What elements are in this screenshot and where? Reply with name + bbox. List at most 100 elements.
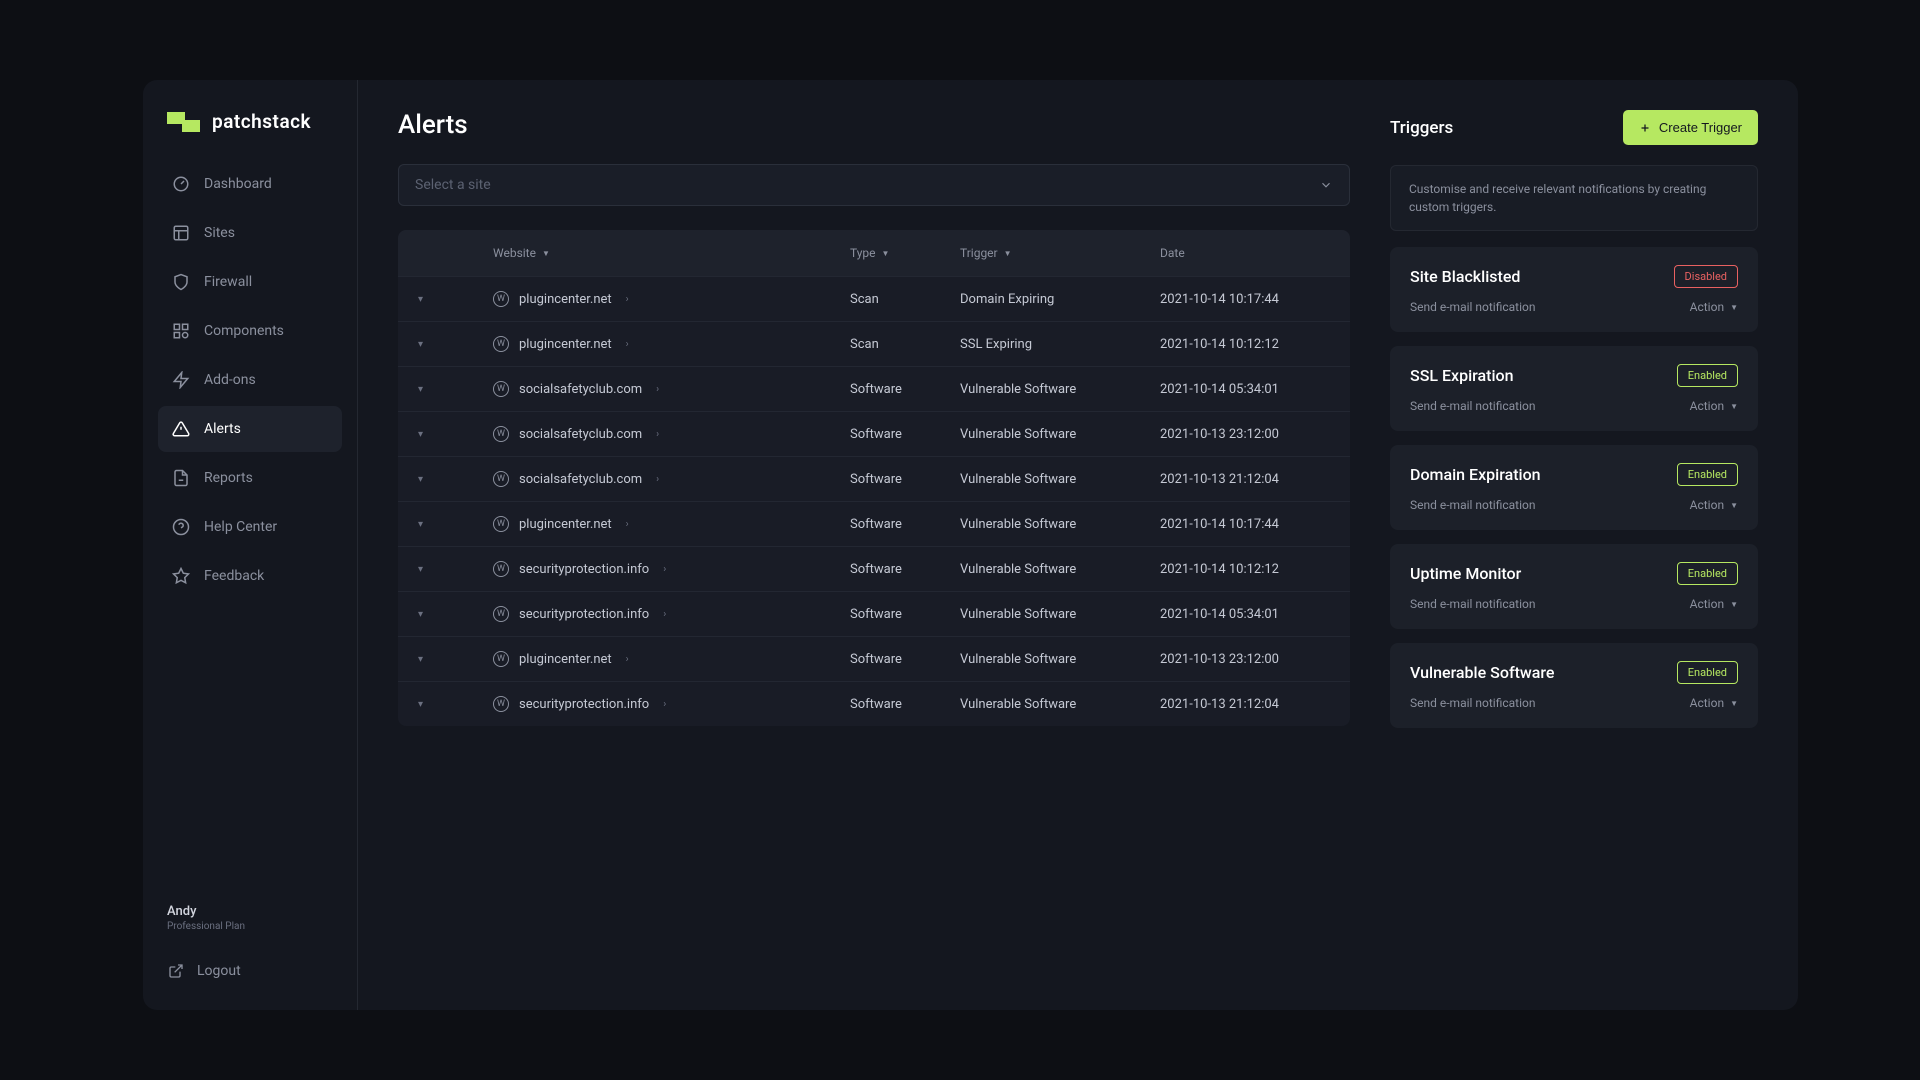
sidebar-item-label: Firewall <box>204 274 252 290</box>
sidebar-item-reports[interactable]: Reports <box>158 455 342 501</box>
caret-down-icon: ▼ <box>1730 699 1738 708</box>
sidebar: patchstack Dashboard Sites Firewall Compone… <box>143 80 358 1010</box>
trigger-card[interactable]: Site Blacklisted Disabled Send e-mail no… <box>1390 247 1758 332</box>
website-name: securityprotection.info <box>519 607 649 622</box>
sidebar-item-alerts[interactable]: Alerts <box>158 406 342 452</box>
trigger-card-title: SSL Expiration <box>1410 366 1514 385</box>
trigger-cell: Vulnerable Software <box>960 517 1160 532</box>
brand-name: patchstack <box>212 110 311 133</box>
expand-toggle[interactable]: ▾ <box>418 699 458 710</box>
expand-toggle[interactable]: ▾ <box>418 519 458 530</box>
expand-toggle[interactable]: ▾ <box>418 474 458 485</box>
trigger-card[interactable]: Domain Expiration Enabled Send e-mail no… <box>1390 445 1758 530</box>
table-row[interactable]: ▾ W securityprotection.info › Software V… <box>398 591 1350 636</box>
type-cell: Scan <box>850 292 960 307</box>
expand-toggle[interactable]: ▾ <box>418 564 458 575</box>
chevron-right-icon: › <box>656 429 659 440</box>
sidebar-item-add-ons[interactable]: Add-ons <box>158 357 342 403</box>
wordpress-icon: W <box>493 561 509 577</box>
website-name: plugincenter.net <box>519 517 612 532</box>
date-cell: 2021-10-14 10:12:12 <box>1160 562 1330 577</box>
chevron-down-icon <box>1319 178 1333 192</box>
trigger-notification-label: Send e-mail notification <box>1410 498 1536 512</box>
column-date[interactable]: Date <box>1160 246 1330 260</box>
trigger-action-dropdown[interactable]: Action ▼ <box>1690 498 1738 512</box>
wordpress-icon: W <box>493 471 509 487</box>
triggers-panel-title: Triggers <box>1390 118 1453 138</box>
chevron-right-icon: › <box>626 654 629 665</box>
column-trigger[interactable]: Trigger ▼ <box>960 246 1160 260</box>
trigger-card[interactable]: Uptime Monitor Enabled Send e-mail notif… <box>1390 544 1758 629</box>
wordpress-icon: W <box>493 336 509 352</box>
website-name: plugincenter.net <box>519 337 612 352</box>
table-row[interactable]: ▾ W plugincenter.net › Software Vulnerab… <box>398 501 1350 546</box>
trigger-action-dropdown[interactable]: Action ▼ <box>1690 399 1738 413</box>
expand-toggle[interactable]: ▾ <box>418 429 458 440</box>
wordpress-icon: W <box>493 696 509 712</box>
type-cell: Software <box>850 652 960 667</box>
date-cell: 2021-10-14 05:34:01 <box>1160 382 1330 397</box>
sidebar-item-label: Help Center <box>204 519 277 535</box>
table-row[interactable]: ▾ W plugincenter.net › Scan Domain Expir… <box>398 276 1350 321</box>
shield-icon <box>172 273 190 291</box>
table-row[interactable]: ▾ W plugincenter.net › Scan SSL Expiring… <box>398 321 1350 366</box>
expand-toggle[interactable]: ▾ <box>418 294 458 305</box>
chevron-right-icon: › <box>656 474 659 485</box>
table-row[interactable]: ▾ W plugincenter.net › Software Vulnerab… <box>398 636 1350 681</box>
table-row[interactable]: ▾ W socialsafetyclub.com › Software Vuln… <box>398 366 1350 411</box>
sidebar-item-sites[interactable]: Sites <box>158 210 342 256</box>
sidebar-item-label: Feedback <box>204 568 264 584</box>
trigger-cell: Vulnerable Software <box>960 652 1160 667</box>
logo[interactable]: patchstack <box>143 110 357 133</box>
chevron-right-icon: › <box>626 519 629 530</box>
table-row[interactable]: ▾ W securityprotection.info › Software V… <box>398 546 1350 591</box>
gauge-icon <box>172 175 190 193</box>
website-cell: W plugincenter.net › <box>458 516 850 532</box>
website-cell: W socialsafetyclub.com › <box>458 426 850 442</box>
wordpress-icon: W <box>493 651 509 667</box>
trigger-card[interactable]: Vulnerable Software Enabled Send e-mail … <box>1390 643 1758 728</box>
type-cell: Software <box>850 517 960 532</box>
trigger-cell: Vulnerable Software <box>960 607 1160 622</box>
chevron-right-icon: › <box>663 564 666 575</box>
trigger-action-dropdown[interactable]: Action ▼ <box>1690 696 1738 710</box>
status-badge: Enabled <box>1677 463 1738 486</box>
date-cell: 2021-10-14 10:17:44 <box>1160 292 1330 307</box>
alert-icon <box>172 420 190 438</box>
create-trigger-button[interactable]: Create Trigger <box>1623 110 1758 145</box>
website-name: plugincenter.net <box>519 652 612 667</box>
expand-toggle[interactable]: ▾ <box>418 609 458 620</box>
user-plan: Professional Plan <box>167 921 333 932</box>
sidebar-item-feedback[interactable]: Feedback <box>158 553 342 599</box>
main-content: Alerts Select a site Website ▼ Type ▼ <box>358 80 1798 1010</box>
expand-toggle[interactable]: ▾ <box>418 654 458 665</box>
sidebar-nav: Dashboard Sites Firewall Components Add-onsA… <box>143 161 357 599</box>
table-row[interactable]: ▾ W socialsafetyclub.com › Software Vuln… <box>398 456 1350 501</box>
sidebar-item-dashboard[interactable]: Dashboard <box>158 161 342 207</box>
expand-toggle[interactable]: ▾ <box>418 384 458 395</box>
trigger-action-dropdown[interactable]: Action ▼ <box>1690 300 1738 314</box>
table-row[interactable]: ▾ W socialsafetyclub.com › Software Vuln… <box>398 411 1350 456</box>
sidebar-item-label: Dashboard <box>204 176 272 192</box>
trigger-action-dropdown[interactable]: Action ▼ <box>1690 597 1738 611</box>
wordpress-icon: W <box>493 381 509 397</box>
website-cell: W securityprotection.info › <box>458 606 850 622</box>
site-select-dropdown[interactable]: Select a site <box>398 164 1350 206</box>
table-row[interactable]: ▾ W securityprotection.info › Software V… <box>398 681 1350 726</box>
type-cell: Scan <box>850 337 960 352</box>
expand-toggle[interactable]: ▾ <box>418 339 458 350</box>
type-cell: Software <box>850 382 960 397</box>
trigger-cell: Vulnerable Software <box>960 472 1160 487</box>
sidebar-item-components[interactable]: Components <box>158 308 342 354</box>
type-cell: Software <box>850 562 960 577</box>
sort-caret-icon: ▼ <box>1004 249 1012 258</box>
sidebar-item-firewall[interactable]: Firewall <box>158 259 342 305</box>
trigger-card[interactable]: SSL Expiration Enabled Send e-mail notif… <box>1390 346 1758 431</box>
column-website[interactable]: Website ▼ <box>458 246 850 260</box>
user-block[interactable]: Andy Professional Plan <box>167 904 333 932</box>
sidebar-item-label: Components <box>204 323 284 339</box>
trigger-card-title: Uptime Monitor <box>1410 564 1521 583</box>
sidebar-item-help-center[interactable]: Help Center <box>158 504 342 550</box>
column-type[interactable]: Type ▼ <box>850 246 960 260</box>
logout-button[interactable]: Logout <box>167 952 333 990</box>
